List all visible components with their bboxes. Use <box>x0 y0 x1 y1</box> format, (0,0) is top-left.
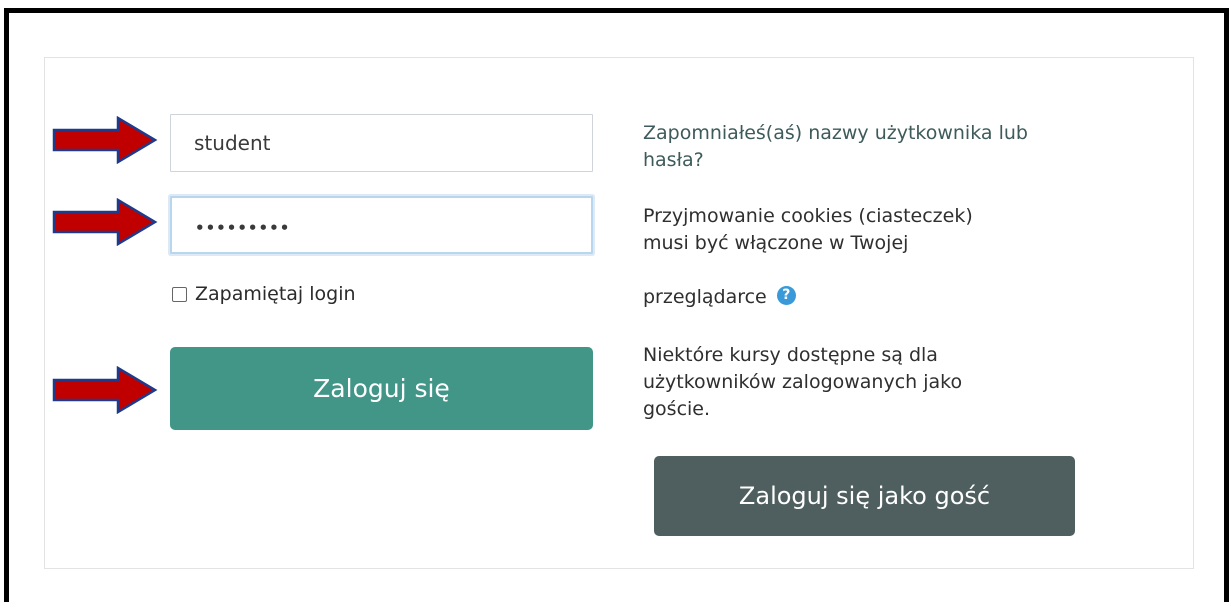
forgot-password-link[interactable]: Zapomniałeś(aś) nazwy użytkownika lub ha… <box>643 120 1043 174</box>
cookies-line-3-row: przeglądarce? <box>643 284 1063 311</box>
cookies-line-3: przeglądarce <box>643 286 767 308</box>
password-input[interactable]: ••••••••• <box>170 196 593 254</box>
username-input[interactable]: student <box>170 114 593 172</box>
cookies-notice: Przyjmowanie cookies (ciasteczek) musi b… <box>643 203 1063 257</box>
login-button-label: Zaloguj się <box>313 374 450 403</box>
cookies-line-1: Przyjmowanie cookies (ciasteczek) <box>643 205 973 227</box>
guest-login-button[interactable]: Zaloguj się jako gość <box>654 456 1075 536</box>
login-button[interactable]: Zaloguj się <box>170 347 593 430</box>
remember-label[interactable]: Zapamiętaj login <box>195 283 356 305</box>
password-value: ••••••••• <box>195 219 291 237</box>
annotation-arrow-password <box>52 198 158 246</box>
remember-checkbox[interactable] <box>172 286 187 302</box>
remember-row: Zapamiętaj login <box>172 283 356 305</box>
guest-access-text: Niektóre kursy dostępne są dla użytkowni… <box>643 344 963 420</box>
cookies-line-2: musi być włączone w Twojej <box>643 232 909 254</box>
username-value: student <box>194 131 271 155</box>
guest-login-button-label: Zaloguj się jako gość <box>738 482 991 510</box>
annotation-arrow-username <box>52 116 158 164</box>
annotation-arrow-login-button <box>52 366 158 414</box>
help-icon[interactable]: ? <box>776 286 796 305</box>
